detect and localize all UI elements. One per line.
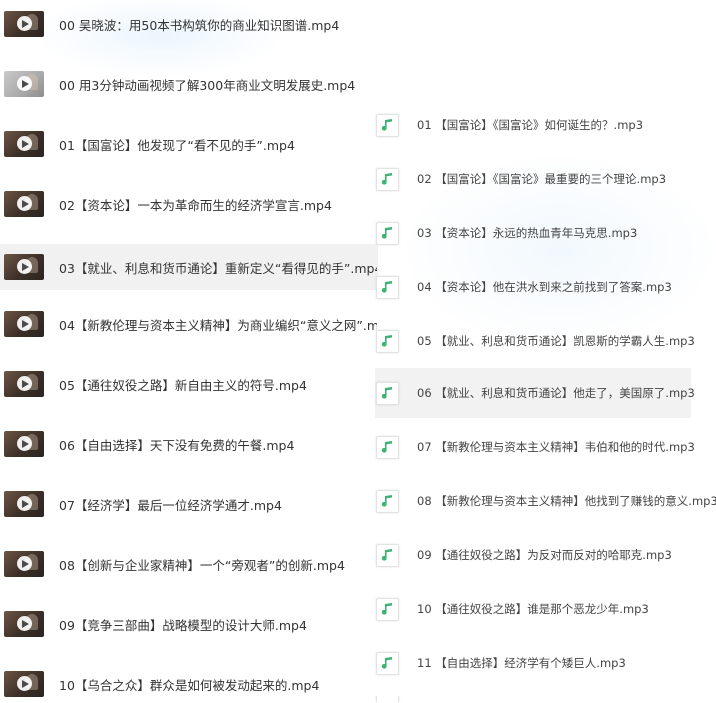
video-file-item[interactable]: 01【国富论】他发现了“看不见的手”.mp4: [0, 125, 378, 163]
video-file-item[interactable]: 00 吴晓波：用50本书构筑你的商业知识图谱.mp4: [0, 5, 378, 43]
video-file-item-selected[interactable]: 03【就业、利息和货币通论】重新定义“看得见的手”.mp4: [0, 244, 378, 290]
video-thumbnail: [4, 11, 44, 37]
video-file-name: 09【竞争三部曲】战略模型的设计大师.mp4: [59, 617, 307, 633]
video-file-item[interactable]: 07【经济学】最后一位经济学通才.mp4: [0, 485, 378, 523]
video-file-name: 00 用3分钟动画视频了解300年商业文明发展史.mp4: [59, 77, 356, 93]
video-thumbnail: [4, 491, 44, 517]
audio-file-item[interactable]: 09 【通往奴役之路】为反对而反对的哈耶克.mp3: [375, 537, 691, 573]
audio-file-item[interactable]: 11 【自由选择】经济学有个矮巨人.mp3: [375, 645, 691, 681]
video-thumbnail: [4, 431, 44, 457]
music-note-icon: [376, 221, 399, 245]
play-icon: [17, 16, 32, 31]
audio-file-name: 07 【新教伦理与资本主义精神】韦伯和他的时代.mp3: [417, 440, 695, 454]
audio-file-name: 11 【自由选择】经济学有个矮巨人.mp3: [417, 656, 626, 670]
video-file-item[interactable]: 08【创新与企业家精神】一个“旁观者”的创新.mp4: [0, 545, 378, 583]
music-note-icon: [376, 167, 399, 191]
video-thumbnail: [4, 551, 44, 577]
video-file-item[interactable]: 06【自由选择】天下没有免费的午餐.mp4: [0, 425, 378, 463]
audio-file-name: 04 【资本论】他在洪水到来之前找到了答案.mp3: [417, 280, 672, 294]
music-note-icon: [376, 329, 399, 353]
video-thumbnail: [4, 671, 44, 697]
audio-file-name: 06 【就业、利息和货币通论】他走了，美国原了.mp3: [417, 386, 695, 400]
music-note-icon: [376, 597, 399, 621]
video-file-name: 04【新教伦理与资本主义精神】为商业编织“意义之网”.mp4: [59, 317, 377, 333]
video-file-name: 08【创新与企业家精神】一个“旁观者”的创新.mp4: [59, 557, 345, 573]
audio-file-item[interactable]: 10 【通往奴役之路】谁是那个恶龙少年.mp3: [375, 591, 691, 627]
audio-file-item[interactable]: 01 【国富论】《国富论》如何诞生的？.mp3: [375, 107, 691, 143]
video-file-item[interactable]: 00 用3分钟动画视频了解300年商业文明发展史.mp4: [0, 65, 378, 103]
play-icon: [17, 376, 32, 391]
video-file-item[interactable]: 05【通往奴役之路】新自由主义的符号.mp4: [0, 365, 378, 403]
audio-file-item-selected[interactable]: 06 【就业、利息和货币通论】他走了，美国原了.mp3: [375, 368, 695, 418]
video-file-name: 05【通往奴役之路】新自由主义的符号.mp4: [59, 377, 307, 393]
play-icon: [17, 259, 32, 274]
video-file-item[interactable]: 10【乌合之众】群众是如何被发动起来的.mp4: [0, 665, 378, 703]
video-thumbnail: [4, 611, 44, 637]
music-note-icon: [376, 435, 399, 459]
music-note-icon: [376, 489, 399, 513]
video-file-item[interactable]: 02【资本论】一本为革命而生的经济学宣言.mp4: [0, 185, 378, 223]
music-note-icon: [376, 543, 399, 567]
audio-file-name: 09 【通往奴役之路】为反对而反对的哈耶克.mp3: [417, 548, 672, 562]
video-file-name: 00 吴晓波：用50本书构筑你的商业知识图谱.mp4: [59, 17, 340, 33]
video-file-item[interactable]: 04【新教伦理与资本主义精神】为商业编织“意义之网”.mp4: [0, 305, 378, 343]
audio-file-item[interactable]: 07 【新教伦理与资本主义精神】韦伯和他的时代.mp3: [375, 429, 695, 465]
play-icon: [17, 616, 32, 631]
video-file-item[interactable]: 09【竞争三部曲】战略模型的设计大师.mp4: [0, 605, 378, 643]
play-icon: [17, 676, 32, 691]
play-icon: [17, 196, 32, 211]
video-file-name: 07【经济学】最后一位经济学通才.mp4: [59, 497, 282, 513]
play-icon: [17, 496, 32, 511]
video-file-name: 06【自由选择】天下没有免费的午餐.mp4: [59, 437, 295, 453]
music-note-icon: [376, 381, 399, 405]
audio-file-item[interactable]: 05 【就业、利息和货币通论】凯恩斯的学霸人生.mp3: [375, 323, 695, 359]
video-thumbnail: [4, 371, 44, 397]
video-thumbnail: [4, 191, 44, 217]
music-note-icon: [376, 651, 399, 675]
video-file-name: 10【乌合之众】群众是如何被发动起来的.mp4: [59, 677, 320, 693]
play-icon: [17, 136, 32, 151]
video-thumbnail: [4, 311, 44, 337]
play-icon: [17, 556, 32, 571]
video-thumbnail: [4, 71, 44, 97]
audio-file-item[interactable]: 03 【资本论】永远的热血青年马克思.mp3: [375, 215, 691, 251]
music-note-icon: [376, 275, 399, 299]
audio-file-name: 03 【资本论】永远的热血青年马克思.mp3: [417, 226, 638, 240]
audio-file-item[interactable]: 02 【国富论】《国富论》最重要的三个理论.mp3: [375, 161, 691, 197]
video-thumbnail: [4, 131, 44, 157]
music-note-icon: [376, 696, 399, 702]
music-note-icon: [376, 113, 399, 137]
audio-file-name: 05 【就业、利息和货币通论】凯恩斯的学霸人生.mp3: [417, 334, 695, 348]
audio-file-name: 10 【通往奴役之路】谁是那个恶龙少年.mp3: [417, 602, 649, 616]
audio-file-item-partial: [375, 696, 691, 702]
video-file-name: 02【资本论】一本为革命而生的经济学宣言.mp4: [59, 197, 332, 213]
audio-file-name: 02 【国富论】《国富论》最重要的三个理论.mp3: [417, 172, 667, 186]
audio-file-item[interactable]: 08 【新教伦理与资本主义精神】他找到了赚钱的意义.mp3: [375, 483, 716, 519]
play-icon: [17, 316, 32, 331]
play-icon: [17, 436, 32, 451]
audio-file-name: 01 【国富论】《国富论》如何诞生的？.mp3: [417, 118, 644, 132]
audio-file-item[interactable]: 04 【资本论】他在洪水到来之前找到了答案.mp3: [375, 269, 691, 305]
play-icon: [17, 76, 32, 91]
video-file-name: 01【国富论】他发现了“看不见的手”.mp4: [59, 137, 295, 153]
video-thumbnail: [4, 254, 44, 280]
video-file-name: 03【就业、利息和货币通论】重新定义“看得见的手”.mp4: [59, 260, 377, 276]
audio-file-name: 08 【新教伦理与资本主义精神】他找到了赚钱的意义.mp3: [417, 494, 716, 508]
